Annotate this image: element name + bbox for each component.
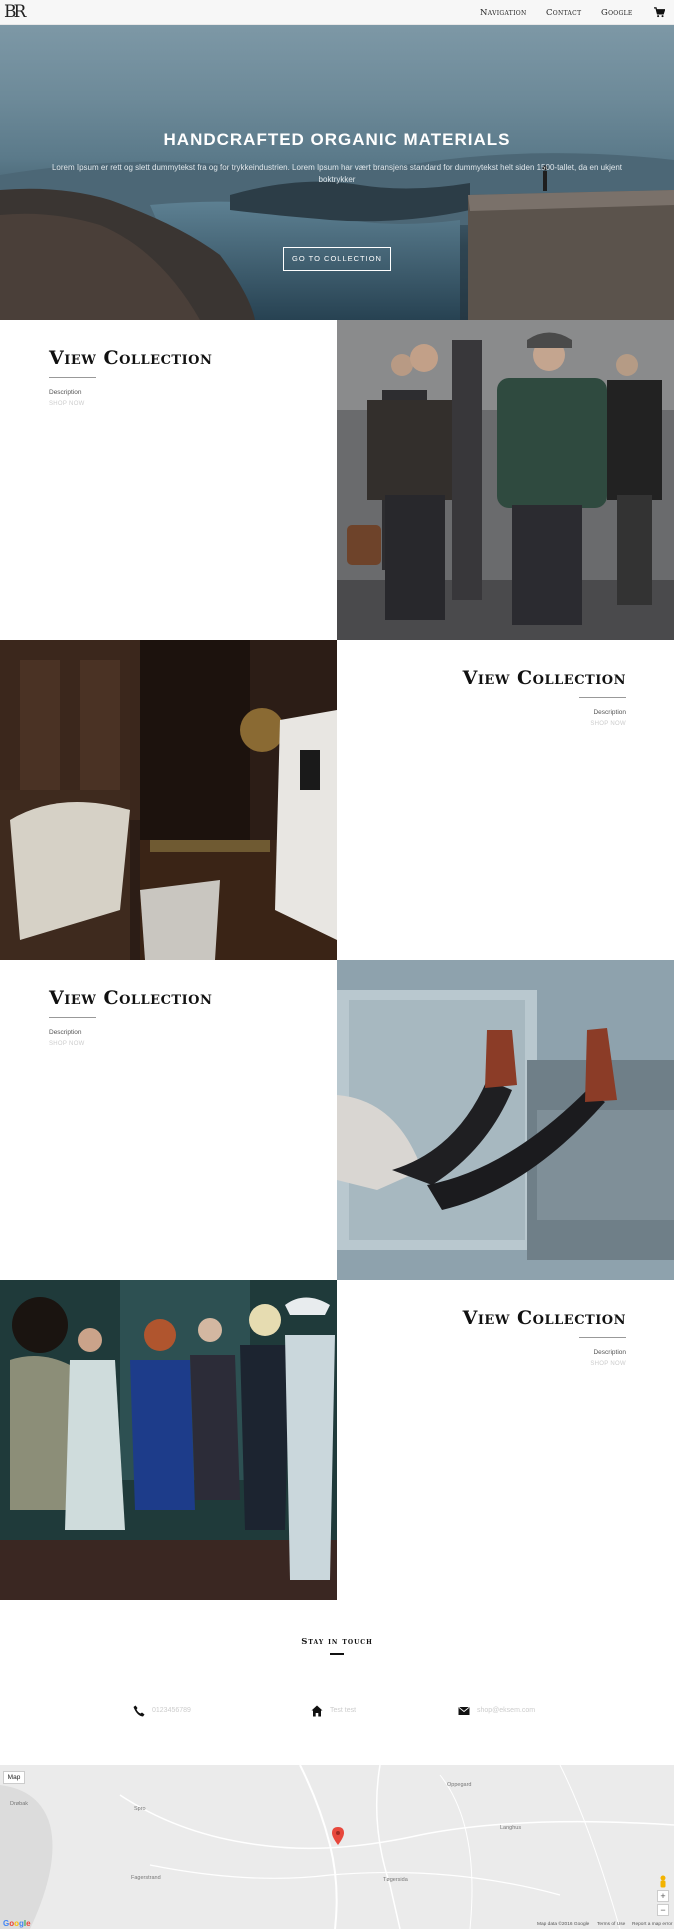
map-attribution: Map data ©2016 Google <box>537 1922 590 1927</box>
collection-row: View Collection Description SHOP NOW <box>0 960 674 1280</box>
shop-now-link[interactable]: SHOP NOW <box>590 721 626 727</box>
title-divider <box>49 377 96 378</box>
hero-banner: HANDCRAFTED ORGANIC MATERIALS Lorem Ipsu… <box>0 25 674 320</box>
collection-description: Description <box>593 709 626 716</box>
map-place-label: Langhus <box>500 1825 522 1831</box>
nav-link-navigation[interactable]: Navigation <box>480 8 527 18</box>
title-divider <box>49 1017 96 1018</box>
phone-number: 0123456789 <box>152 1707 191 1714</box>
map-tiles[interactable] <box>0 1765 674 1929</box>
collection-text-block: View Collection Description SHOP NOW <box>337 640 674 960</box>
collection-text-block: View Collection Description SHOP NOW <box>337 1280 674 1600</box>
heading-divider <box>330 1653 344 1655</box>
home-icon <box>311 1705 323 1717</box>
top-navigation-bar: BR Navigation Contact Google <box>0 0 674 25</box>
collection-description: Description <box>49 1029 82 1036</box>
shop-now-link[interactable]: SHOP NOW <box>49 1041 85 1047</box>
email-address: shop@eksem.com <box>477 1707 536 1714</box>
title-divider <box>579 1337 626 1338</box>
collection-description: Description <box>593 1349 626 1356</box>
go-to-collection-button[interactable]: GO TO COLLECTION <box>283 247 391 271</box>
collection-text-block: View Collection Description SHOP NOW <box>0 320 337 640</box>
collection-image-vintage-room[interactable] <box>0 640 337 960</box>
street-view-pegman-icon[interactable] <box>658 1875 668 1889</box>
title-divider <box>579 697 626 698</box>
brand-logo[interactable]: BR <box>4 4 26 21</box>
map-place-label: Fagerstrand <box>131 1875 161 1881</box>
nav-link-google[interactable]: Google <box>601 8 633 18</box>
collection-title[interactable]: View Collection <box>49 347 212 369</box>
collection-description: Description <box>49 389 82 396</box>
zoom-out-button[interactable]: − <box>657 1904 669 1916</box>
contact-section: Stay in touch 0123456789 Test test shop@… <box>0 1600 674 1765</box>
map-place-label: Drøbak <box>10 1801 29 1807</box>
google-logo: Google <box>3 1919 31 1928</box>
cart-icon[interactable] <box>654 7 665 18</box>
zoom-in-button[interactable]: + <box>657 1890 669 1902</box>
address-text: Test test <box>330 1707 357 1714</box>
hero-description: Lorem Ipsum er rett og slett dummytekst … <box>51 163 623 184</box>
terms-of-use-link[interactable]: Terms of Use <box>597 1922 625 1927</box>
map-place-label: Tøgersida <box>383 1877 408 1883</box>
hero-title: HANDCRAFTED ORGANIC MATERIALS <box>163 130 511 149</box>
google-map[interactable]: Map Oppegard Langhus Tøgersida Fagerstra… <box>0 1765 674 1929</box>
nav-link-contact[interactable]: Contact <box>546 8 581 18</box>
collection-row: View Collection Description SHOP NOW <box>0 320 674 640</box>
collection-image-men-jackets[interactable] <box>337 320 674 640</box>
phone-icon <box>133 1705 145 1717</box>
collection-title[interactable]: View Collection <box>463 667 626 689</box>
collection-image-fashion-group[interactable] <box>0 1280 337 1600</box>
collection-image-boots-crates[interactable] <box>337 960 674 1280</box>
map-place-label: Oppegard <box>447 1782 472 1788</box>
collection-title[interactable]: View Collection <box>49 987 212 1009</box>
map-place-label: Spro <box>134 1806 146 1812</box>
map-marker-icon[interactable] <box>332 1827 344 1845</box>
report-map-error-link[interactable]: Report a map error <box>632 1922 673 1927</box>
collection-text-block: View Collection Description SHOP NOW <box>0 960 337 1280</box>
stay-in-touch-heading: Stay in touch <box>301 1637 373 1647</box>
mail-icon <box>458 1706 470 1715</box>
collection-row: View Collection Description SHOP NOW <box>0 1280 674 1600</box>
map-type-button[interactable]: Map <box>3 1771 25 1784</box>
collection-title[interactable]: View Collection <box>463 1307 626 1329</box>
collection-row: View Collection Description SHOP NOW <box>0 640 674 960</box>
shop-now-link[interactable]: SHOP NOW <box>49 401 85 407</box>
shop-now-link[interactable]: SHOP NOW <box>590 1361 626 1367</box>
